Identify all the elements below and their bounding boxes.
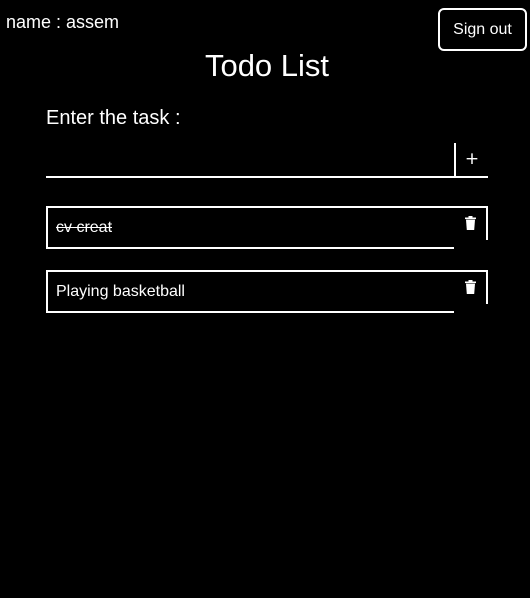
- task-item: cv creat: [46, 206, 488, 249]
- delete-task-button[interactable]: [458, 276, 482, 298]
- delete-task-button[interactable]: [458, 212, 482, 234]
- task-input-label: Enter the task :: [46, 107, 181, 129]
- task-item-border: [46, 247, 454, 249]
- sign-out-button[interactable]: Sign out: [438, 8, 527, 51]
- task-item: Playing basketball: [46, 270, 488, 313]
- task-item-border: [486, 270, 488, 304]
- task-input-row: +: [46, 143, 488, 178]
- trash-icon: [464, 216, 476, 230]
- trash-icon: [464, 280, 476, 294]
- task-item-border: [486, 206, 488, 240]
- task-item-border: [46, 311, 454, 313]
- task-item-border: [46, 206, 48, 249]
- page-title: Todo List: [204, 48, 330, 83]
- add-task-button[interactable]: +: [454, 143, 488, 176]
- task-item-border: [46, 270, 48, 313]
- user-name: name : assem: [6, 12, 120, 32]
- task-input[interactable]: [46, 143, 452, 176]
- task-text[interactable]: cv creat: [56, 218, 112, 238]
- task-item-border: [46, 270, 488, 272]
- task-text[interactable]: Playing basketball: [56, 282, 185, 302]
- task-item-border: [46, 206, 488, 208]
